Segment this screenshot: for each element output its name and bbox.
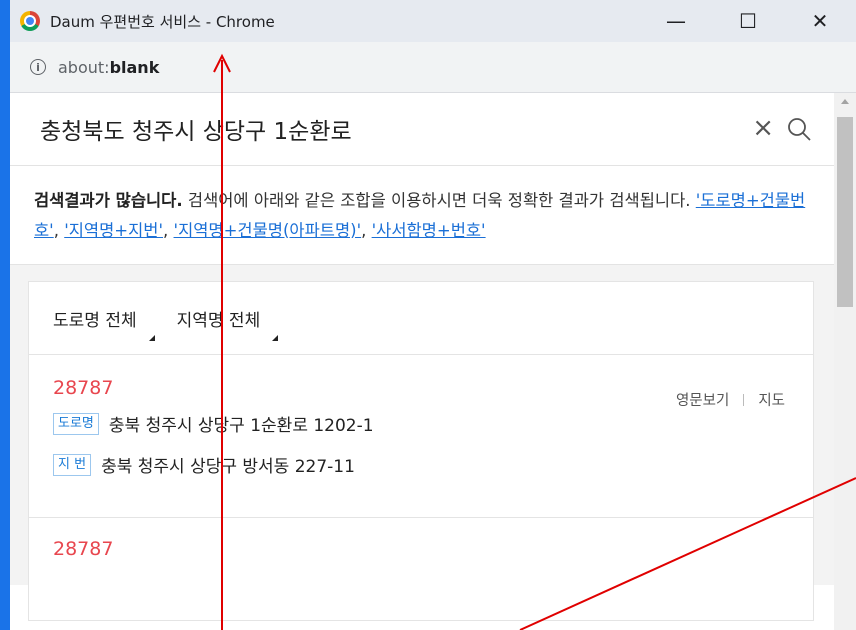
result-actions: 영문보기 지도 (676, 389, 785, 410)
url-text[interactable]: about:blank (58, 58, 159, 77)
divider (743, 393, 745, 406)
scrollbar[interactable] (834, 93, 856, 630)
scroll-thumb[interactable] (837, 117, 853, 307)
region-filter-label: 지역명 전체 (176, 310, 261, 331)
title-bar: Daum 우편번호 서비스 - Chrome — ☐ ✕ (10, 0, 856, 42)
notice-text: 검색어에 아래와 같은 조합을 이용하시면 더욱 정확한 결과가 검색됩니다. (182, 191, 691, 210)
close-window-button[interactable]: ✕ (784, 0, 856, 42)
info-icon[interactable]: i (30, 59, 46, 75)
link-pobox[interactable]: '사서함명+번호' (372, 221, 486, 240)
clear-search-button[interactable]: × (752, 113, 774, 143)
results-area: 도로명 전체 지역명 전체 28787 영문보기 지도 도로명 충북 청주시 상 (10, 265, 834, 621)
page-content: × 검색결과가 많습니다. 검색어에 아래와 같은 조합을 이용하시면 더욱 정… (10, 93, 834, 630)
url-prefix: about: (58, 57, 110, 77)
result-list: 도로명 전체 지역명 전체 28787 영문보기 지도 도로명 충북 청주시 상 (28, 281, 814, 621)
filter-row: 도로명 전체 지역명 전체 (29, 282, 813, 355)
result-item[interactable]: 28787 (29, 517, 813, 580)
link-region-building[interactable]: '지역명+건물명(아파트명)' (174, 221, 362, 240)
road-badge: 도로명 (53, 412, 99, 435)
road-address[interactable]: 충북 청주시 상당구 1순환로 1202-1 (109, 411, 374, 436)
window-title: Daum 우편번호 서비스 - Chrome (50, 12, 275, 31)
link-separator: , (163, 221, 174, 240)
jibun-badge: 지 번 (53, 453, 92, 476)
search-icon[interactable] (786, 116, 812, 142)
minimize-button[interactable]: — (640, 0, 712, 42)
scroll-up-arrow-icon[interactable] (841, 99, 849, 104)
dropdown-triangle-icon (272, 334, 279, 341)
search-input[interactable] (38, 115, 682, 143)
result-item[interactable]: 28787 영문보기 지도 도로명 충북 청주시 상당구 1순환로 1202-1… (29, 355, 813, 477)
road-address-line[interactable]: 도로명 충북 청주시 상당구 1순환로 1202-1 (53, 411, 789, 436)
jibun-address-line[interactable]: 지 번 충북 청주시 상당구 방서동 227-11 (53, 452, 789, 477)
notice-heading: 검색결과가 많습니다. (34, 191, 183, 210)
chrome-logo-icon (20, 11, 40, 31)
zipcode[interactable]: 28787 (53, 538, 789, 560)
url-bold: blank (109, 57, 160, 77)
region-filter-dropdown[interactable]: 지역명 전체 (176, 306, 291, 341)
search-bar: × (10, 93, 834, 166)
dropdown-triangle-icon (148, 334, 155, 341)
address-bar: i about:blank (10, 42, 856, 93)
link-separator: , (361, 221, 372, 240)
jibun-address[interactable]: 충북 청주시 상당구 방서동 227-11 (101, 452, 355, 477)
road-filter-label: 도로명 전체 (53, 310, 137, 331)
link-region-jibun[interactable]: '지역명+지번' (64, 221, 163, 240)
search-notice: 검색결과가 많습니다. 검색어에 아래와 같은 조합을 이용하시면 더욱 정확한… (10, 166, 834, 265)
road-filter-dropdown[interactable]: 도로명 전체 (53, 306, 167, 341)
window-controls: — ☐ ✕ (640, 0, 856, 42)
link-separator: , (53, 221, 65, 240)
maximize-button[interactable]: ☐ (712, 0, 784, 42)
english-view-link[interactable]: 영문보기 (676, 389, 729, 410)
map-link[interactable]: 지도 (758, 389, 785, 410)
